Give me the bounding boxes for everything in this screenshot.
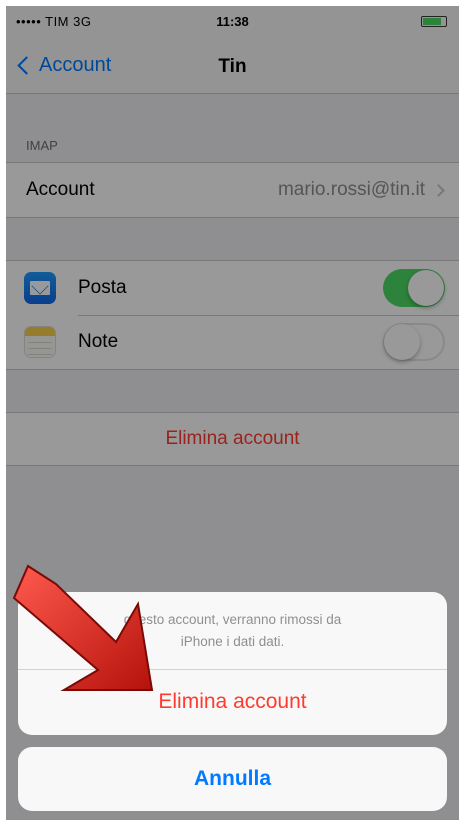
phone-screen: ••••• TIM 3G 11:38 Account Tin IMAP Acco… (6, 6, 459, 820)
arrow-pointer-icon (12, 564, 154, 691)
